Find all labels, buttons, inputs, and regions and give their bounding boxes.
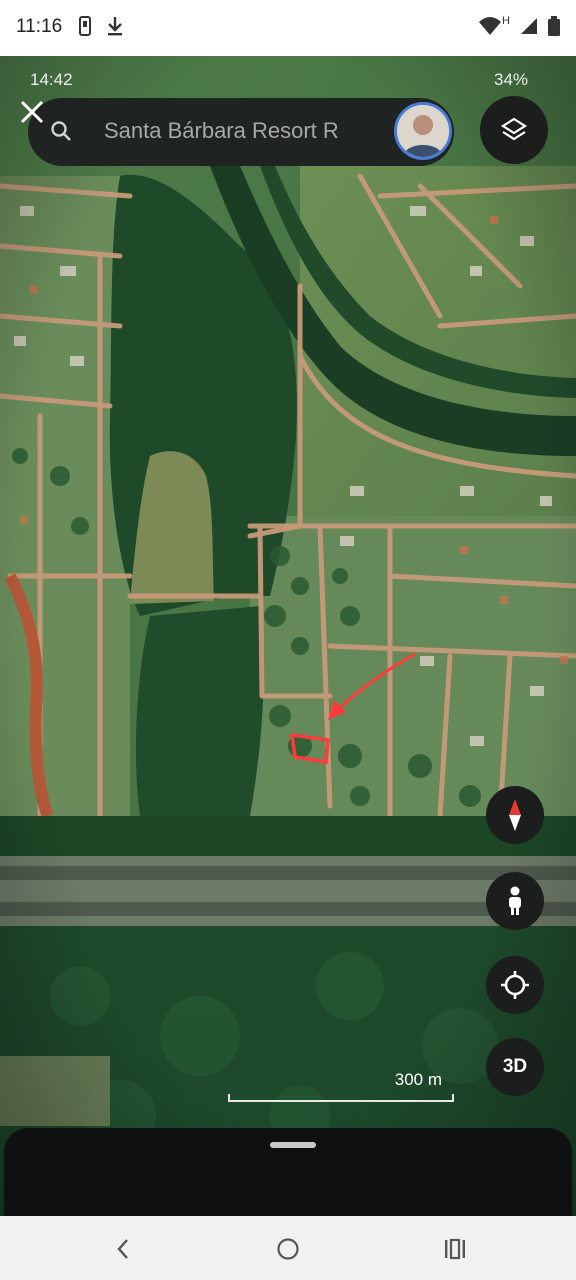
back-button[interactable] <box>108 1234 138 1264</box>
close-icon[interactable] <box>14 94 50 130</box>
pegman-icon <box>509 886 521 915</box>
inner-status-battery: 34% <box>494 70 529 89</box>
layers-button[interactable] <box>480 96 548 164</box>
signal-icon <box>521 18 537 34</box>
recents-icon <box>445 1238 465 1260</box>
compass-icon <box>509 799 521 831</box>
avatar[interactable] <box>394 102 452 160</box>
profile-photo-icon <box>397 105 449 157</box>
satellite-map-view[interactable]: 14:42 34% Santa Bárbara Resort R 3D 300 … <box>0 56 576 1216</box>
home-button[interactable] <box>273 1234 303 1264</box>
3d-toggle-button[interactable]: 3D <box>486 1038 544 1096</box>
bottom-sheet-handle[interactable] <box>270 1142 316 1148</box>
scale-label: 300 m <box>394 1070 442 1089</box>
navigation-bar <box>0 1216 576 1280</box>
my-location-button[interactable] <box>486 956 544 1014</box>
street-view-button[interactable] <box>486 872 544 930</box>
phone-icon <box>79 16 91 36</box>
layers-icon <box>500 117 528 141</box>
compass-button[interactable] <box>486 786 544 844</box>
inner-status-time: 14:42 <box>30 70 73 89</box>
search-bar[interactable]: Santa Bárbara Resort R <box>28 98 454 166</box>
scale-line <box>228 1094 454 1102</box>
search-input[interactable]: Santa Bárbara Resort R <box>104 118 394 144</box>
status-time: 11:16 <box>16 16 63 37</box>
search-icon[interactable] <box>50 120 72 142</box>
network-type-label: H <box>502 15 510 27</box>
back-icon <box>117 1239 128 1259</box>
satellite-imagery[interactable] <box>0 56 576 1216</box>
scale-bar: 300 m <box>228 1068 454 1102</box>
my-location-icon <box>501 971 529 999</box>
status-bar: 11:16 H <box>0 0 576 56</box>
battery-icon <box>548 16 560 36</box>
home-icon <box>277 1238 299 1260</box>
recents-button[interactable] <box>440 1234 470 1264</box>
wifi-icon <box>479 17 502 35</box>
bottom-sheet[interactable] <box>4 1128 572 1216</box>
status-icons-left <box>78 16 124 36</box>
download-icon <box>108 17 122 36</box>
status-icons-right: H <box>478 15 560 36</box>
